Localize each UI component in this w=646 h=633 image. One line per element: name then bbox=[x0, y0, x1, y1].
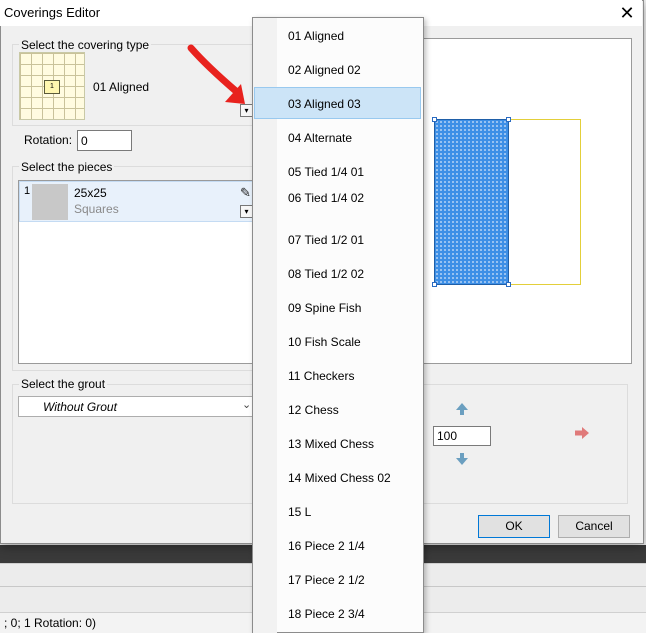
dropdown-item[interactable]: 17 Piece 2 1/2 bbox=[288, 573, 365, 587]
dropdown-item[interactable]: 02 Aligned 02 bbox=[288, 63, 361, 77]
dropdown-item[interactable]: 16 Piece 2 1/4 bbox=[288, 539, 365, 553]
close-button[interactable]: ✕ bbox=[612, 0, 642, 26]
arrow-right-icon[interactable] bbox=[574, 426, 590, 440]
rotation-input[interactable] bbox=[77, 130, 132, 151]
dropdown-item[interactable]: 08 Tied 1/2 02 bbox=[288, 267, 364, 281]
arrow-up-icon[interactable] bbox=[455, 402, 469, 416]
dropdown-item[interactable]: 03 Aligned 03 bbox=[288, 97, 361, 111]
dropdown-item[interactable]: 07 Tied 1/2 01 bbox=[288, 233, 364, 247]
piece-index: 1 bbox=[24, 185, 31, 197]
dropdown-item[interactable]: 11 Checkers bbox=[288, 369, 354, 383]
dropdown-item[interactable]: 15 L bbox=[288, 505, 311, 519]
piece-type: Squares bbox=[74, 202, 119, 216]
dropdown-item[interactable]: 14 Mixed Chess 02 bbox=[288, 471, 391, 485]
thumbnail-center-tile: 1 bbox=[44, 80, 60, 94]
piece-swatch bbox=[32, 184, 68, 220]
arrow-down-icon[interactable] bbox=[455, 452, 469, 466]
covering-type-selected: 01 Aligned bbox=[93, 80, 150, 94]
dialog-title: Coverings Editor bbox=[4, 5, 101, 20]
scale-input[interactable] bbox=[433, 426, 491, 446]
dropdown-item[interactable]: 18 Piece 2 3/4 bbox=[288, 607, 365, 621]
dropdown-item[interactable]: 09 Spine Fish bbox=[288, 301, 361, 315]
grout-select[interactable]: Without Grout bbox=[18, 396, 258, 417]
selection-handle[interactable] bbox=[506, 117, 511, 122]
covering-type-group-label: Select the covering type bbox=[19, 38, 152, 52]
dropdown-item[interactable]: 01 Aligned bbox=[288, 29, 344, 43]
dropdown-item[interactable]: 04 Alternate bbox=[288, 131, 352, 145]
red-arrow-annotation bbox=[187, 44, 245, 104]
dropdown-item[interactable]: 13 Mixed Chess bbox=[288, 437, 374, 451]
pieces-group-label: Select the pieces bbox=[19, 160, 115, 174]
grout-group-label: Select the grout bbox=[19, 377, 108, 391]
cancel-button[interactable]: Cancel bbox=[558, 515, 630, 538]
rotation-label: Rotation: bbox=[24, 133, 73, 147]
dropdown-item[interactable]: 06 Tied 1/4 02 bbox=[288, 191, 364, 205]
preview-covering bbox=[434, 119, 509, 285]
dropdown-item[interactable]: 12 Chess bbox=[288, 403, 339, 417]
ok-button[interactable]: OK bbox=[478, 515, 550, 538]
selection-handle[interactable] bbox=[432, 282, 437, 287]
selection-handle[interactable] bbox=[432, 117, 437, 122]
chevron-down-icon: ⌄ bbox=[242, 399, 252, 411]
dropdown-item[interactable]: 10 Fish Scale bbox=[288, 335, 361, 349]
piece-name: 25x25 bbox=[74, 186, 107, 200]
selection-handle[interactable] bbox=[506, 282, 511, 287]
dropdown-item[interactable]: 05 Tied 1/4 01 bbox=[288, 165, 364, 179]
close-icon: ✕ bbox=[619, 3, 635, 23]
